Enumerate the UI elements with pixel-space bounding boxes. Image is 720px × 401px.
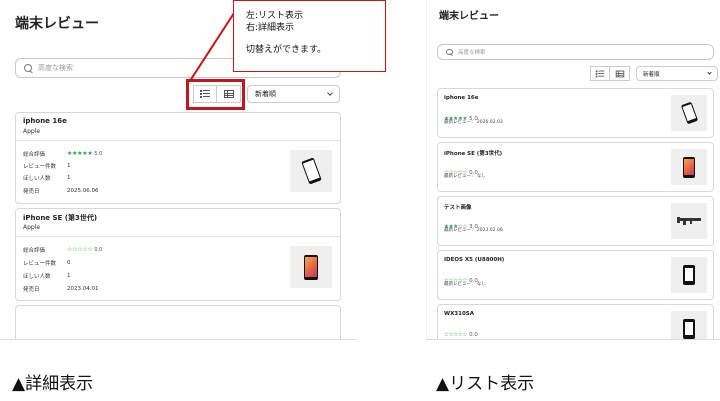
device-name: iPhone SE (第3世代) xyxy=(23,214,98,222)
want-count: 1 xyxy=(67,175,71,181)
caption-detail-view: ▲詳細表示 xyxy=(12,374,94,394)
sort-select[interactable]: 新着順 xyxy=(636,66,718,81)
page-title: 端末レビュー xyxy=(15,16,99,32)
callout-line-1: 左:リスト表示 xyxy=(246,11,304,21)
want-count: 1 xyxy=(67,273,71,279)
view-toggle-highlight xyxy=(186,79,245,110)
rating-label: 総合評価 xyxy=(23,152,46,158)
phone-image xyxy=(680,101,698,125)
release-label: 発売日 xyxy=(23,189,40,195)
device-image xyxy=(671,203,707,239)
device-card[interactable]: iphone 16e Apple 総合評価 ★★★★★ 5.0 レビュー件数 1… xyxy=(15,112,341,204)
callout-line-3: 切替えができます。 xyxy=(246,45,327,55)
page-title: 端末レビュー xyxy=(439,11,499,22)
release-row: 発売日 2023.04.01 xyxy=(23,285,99,293)
divider xyxy=(16,140,340,141)
review-count: 1 xyxy=(67,163,71,169)
device-card[interactable]: iPhone SE (第3世代) Apple 総合評価 ☆☆☆☆☆ 0.0 レビ… xyxy=(15,208,341,301)
rating-row: 総合評価 ☆☆☆☆☆ 0.0 xyxy=(23,246,103,255)
device-image xyxy=(290,246,332,288)
release-label: 発売日 xyxy=(23,287,40,293)
rating-value: 5.0 xyxy=(94,151,103,157)
sort-select[interactable]: 新着順 xyxy=(247,85,340,103)
device-list-item[interactable]: テスト画像 ★★★ ☆☆ 3.0 最新レビュー： 2023.02.06 xyxy=(437,196,714,246)
detail-view-button[interactable] xyxy=(610,66,630,81)
chevron-down-icon xyxy=(707,70,712,75)
device-card[interactable] xyxy=(15,305,341,339)
rating-stars: ★★★★★ 5.0 xyxy=(67,150,103,158)
search-input[interactable]: 高度な検索 xyxy=(437,44,714,60)
device-name: テスト画像 xyxy=(444,205,472,211)
search-placeholder: 高度な検索 xyxy=(458,50,486,56)
device-maker: Apple xyxy=(23,128,41,135)
list-view-panel: 端末レビュー 高度な検索 新着順 iphone 16e ★★★★★5.0 最新 xyxy=(426,0,720,340)
latest-review: 最新レビュー： なし xyxy=(444,174,486,179)
device-list-item[interactable]: WX310SA ☆☆☆☆☆ 0.0 xyxy=(437,304,714,339)
search-icon xyxy=(24,63,33,73)
review-count-row: レビュー件数 1 xyxy=(23,162,71,170)
latest-review: 最新レビュー： 2023.02.06 xyxy=(444,228,503,233)
phone-image xyxy=(683,319,695,339)
want-count-label: ほしい人数 xyxy=(23,274,51,280)
callout-note: 左:リスト表示 右:詳細表示 切替えができます。 xyxy=(233,0,386,72)
rifle-image xyxy=(677,217,701,225)
view-toolbar: 新着順 xyxy=(590,66,718,81)
rating-stars: ☆☆☆☆☆ 0.0 xyxy=(444,332,478,339)
sort-label: 新着順 xyxy=(255,90,276,98)
phone-image xyxy=(300,157,322,185)
phone-image xyxy=(683,156,695,178)
device-maker: Apple xyxy=(23,224,41,231)
device-image xyxy=(671,149,707,185)
device-list-item[interactable]: iphone 16e ★★★★★ 5.0 最新レビュー： 2026.02.03 xyxy=(437,88,714,138)
caption-list-view: ▲リスト表示 xyxy=(436,374,535,394)
device-name: iPhone SE (第3世代) xyxy=(444,151,503,157)
detail-view-icon xyxy=(615,70,624,77)
list-view-icon xyxy=(595,70,605,77)
rating-label: 総合評価 xyxy=(23,248,46,254)
review-count-label: レビュー件数 xyxy=(23,261,57,267)
release-date: 2025.06.06 xyxy=(67,188,99,194)
device-name: iphone 16e xyxy=(23,117,67,125)
search-placeholder: 高度な検索 xyxy=(38,64,73,72)
rating-value: 0.0 xyxy=(469,332,478,339)
divider xyxy=(16,236,340,237)
device-list-item[interactable]: iPhone SE (第3世代) ☆☆☆☆☆ 0.0 最新レビュー： なし xyxy=(437,142,714,192)
device-image xyxy=(671,257,707,293)
device-image xyxy=(671,311,707,339)
list-view-button[interactable] xyxy=(590,66,610,81)
rating-stars: ☆☆☆☆☆ 0.0 xyxy=(67,246,103,254)
want-count-row: ほしい人数 1 xyxy=(23,174,71,182)
review-count-label: レビュー件数 xyxy=(23,164,57,170)
want-count-row: ほしい人数 1 xyxy=(23,272,71,280)
device-name: iphone 16e xyxy=(444,95,479,101)
search-icon xyxy=(446,48,453,56)
review-count: 0 xyxy=(67,260,71,266)
phone-image xyxy=(683,265,695,285)
release-row: 発売日 2025.06.06 xyxy=(23,187,99,195)
rating-row: 総合評価 ★★★★★ 5.0 xyxy=(23,150,103,159)
latest-review: 最新レビュー： 2026.02.03 xyxy=(444,120,503,125)
want-count-label: ほしい人数 xyxy=(23,176,51,182)
chevron-down-icon xyxy=(327,90,333,96)
device-name: WX310SA xyxy=(444,311,475,317)
device-image xyxy=(671,95,707,131)
rating-value: 0.0 xyxy=(94,247,103,253)
sort-label: 新着順 xyxy=(643,71,660,78)
release-date: 2023.04.01 xyxy=(67,286,99,292)
device-list-item[interactable]: IDEOS X5 (U8800H) ☆☆☆☆☆ 0.0 最新レビュー： なし xyxy=(437,250,714,300)
review-count-row: レビュー件数 0 xyxy=(23,259,71,267)
callout-line-2: 右:詳細表示 xyxy=(246,23,295,33)
device-name: IDEOS X5 (U8800H) xyxy=(444,257,505,263)
latest-review: 最新レビュー： なし xyxy=(444,282,486,287)
device-image xyxy=(290,150,332,192)
phone-image xyxy=(304,254,318,280)
